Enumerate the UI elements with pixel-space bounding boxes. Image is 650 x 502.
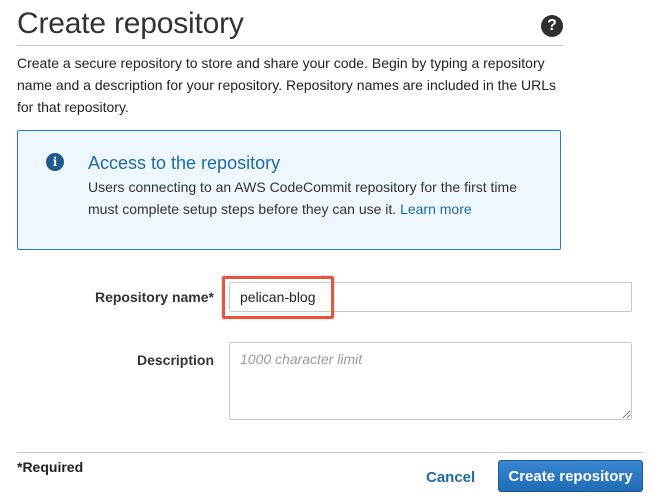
page-title: Create repository bbox=[17, 7, 244, 40]
learn-more-link[interactable]: Learn more bbox=[400, 201, 472, 217]
info-box: i Access to the repository Users connect… bbox=[17, 130, 561, 250]
title-divider bbox=[17, 45, 564, 46]
required-note: *Required bbox=[17, 459, 84, 475]
question-circle-icon[interactable]: ? bbox=[541, 15, 563, 37]
repository-name-input[interactable] bbox=[229, 282, 632, 312]
intro-text: Create a secure repository to store and … bbox=[17, 55, 557, 115]
info-box-title: Access to the repository bbox=[88, 153, 281, 173]
description-textarea[interactable] bbox=[229, 342, 632, 420]
create-repository-button[interactable]: Create repository bbox=[498, 460, 643, 492]
repository-name-label: Repository name* bbox=[94, 289, 214, 305]
info-box-text: Users connecting to an AWS CodeCommit re… bbox=[88, 176, 548, 220]
info-circle-icon: i bbox=[46, 153, 64, 171]
description-label: Description bbox=[136, 352, 214, 368]
cancel-button[interactable]: Cancel bbox=[426, 466, 475, 488]
footer-divider bbox=[17, 452, 643, 453]
